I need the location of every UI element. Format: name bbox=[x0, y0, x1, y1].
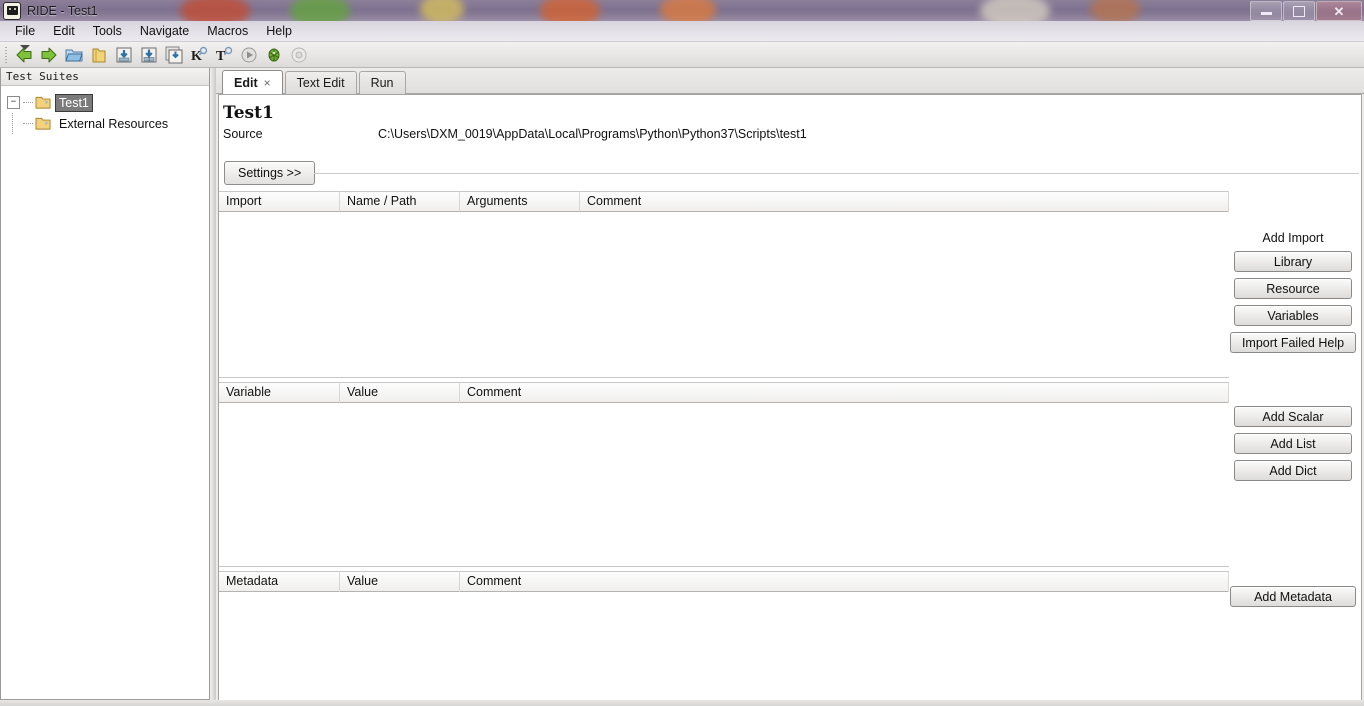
toolbar-grip[interactable] bbox=[2, 44, 30, 65]
debug-icon[interactable] bbox=[261, 44, 286, 66]
toolbar-empty-area bbox=[311, 42, 1364, 68]
add-variables-button[interactable]: Variables bbox=[1234, 305, 1352, 326]
suite-folder-icon bbox=[35, 96, 51, 109]
tree-connector bbox=[23, 122, 33, 125]
import-failed-help-button[interactable]: Import Failed Help bbox=[1230, 332, 1356, 353]
test-suites-tree: − Test1 External Resources bbox=[1, 86, 209, 134]
column-header-comment[interactable]: Comment bbox=[460, 571, 1229, 592]
tab-strip: Edit × Text Edit Run bbox=[216, 68, 1364, 95]
window-bottom-edge bbox=[0, 700, 1364, 706]
run-icon[interactable] bbox=[236, 44, 261, 66]
add-scalar-button[interactable]: Add Scalar bbox=[1234, 406, 1352, 427]
column-header-value[interactable]: Value bbox=[340, 571, 460, 592]
source-label: Source bbox=[223, 127, 263, 141]
tree-node-label[interactable]: External Resources bbox=[56, 116, 171, 132]
variable-grid-header: Variable Value Comment bbox=[219, 382, 1229, 403]
suite-editor: Test1 Source C:\Users\DXM_0019\AppData\L… bbox=[218, 94, 1362, 704]
add-variable-panel: Add Scalar Add List Add Dict bbox=[1227, 406, 1359, 487]
close-icon[interactable]: ✕ bbox=[1316, 1, 1362, 21]
tree-expander-icon[interactable]: − bbox=[7, 96, 20, 109]
tab-run[interactable]: Run bbox=[358, 71, 406, 94]
column-header-value[interactable]: Value bbox=[340, 382, 460, 403]
add-metadata-panel: Add Metadata bbox=[1227, 586, 1359, 613]
window-title: RIDE - Test1 bbox=[27, 3, 98, 18]
minimize-icon[interactable] bbox=[1250, 1, 1282, 21]
add-import-label: Add Import bbox=[1262, 231, 1324, 245]
open-folder-icon[interactable] bbox=[86, 44, 111, 66]
source-row: Source C:\Users\DXM_0019\AppData\Local\P… bbox=[219, 123, 1361, 141]
menu-item-tools[interactable]: Tools bbox=[84, 22, 131, 40]
menu-item-file[interactable]: File bbox=[6, 22, 44, 40]
open-file-icon[interactable] bbox=[61, 44, 86, 66]
column-header-comment[interactable]: Comment bbox=[460, 382, 1229, 403]
menu-item-edit[interactable]: Edit bbox=[44, 22, 84, 40]
save-all-icon[interactable] bbox=[161, 44, 186, 66]
forward-icon[interactable] bbox=[36, 44, 61, 66]
tree-connector bbox=[23, 101, 33, 104]
add-metadata-button[interactable]: Add Metadata bbox=[1230, 586, 1356, 607]
column-header-arguments[interactable]: Arguments bbox=[460, 191, 580, 212]
column-header-metadata[interactable]: Metadata bbox=[219, 571, 340, 592]
toolbar: 1 K T bbox=[0, 42, 1364, 68]
tab-strip-filler bbox=[408, 92, 1364, 93]
stop-icon[interactable] bbox=[286, 44, 311, 66]
variable-grid: Variable Value Comment bbox=[219, 382, 1229, 567]
metadata-grid-header: Metadata Value Comment bbox=[219, 571, 1229, 592]
column-header-variable[interactable]: Variable bbox=[219, 382, 340, 403]
add-dict-button[interactable]: Add Dict bbox=[1234, 460, 1352, 481]
import-grid-body[interactable] bbox=[219, 212, 1229, 378]
column-header-comment[interactable]: Comment bbox=[580, 191, 1229, 212]
variable-grid-body[interactable] bbox=[219, 403, 1229, 567]
settings-toggle-button[interactable]: Settings >> bbox=[224, 161, 316, 185]
page-title: Test1 bbox=[223, 103, 274, 123]
menu-item-navigate[interactable]: Navigate bbox=[131, 22, 198, 40]
settings-divider bbox=[314, 173, 1359, 174]
add-resource-button[interactable]: Resource bbox=[1234, 278, 1352, 299]
resource-folder-icon bbox=[35, 117, 51, 130]
search-keyword-icon[interactable]: K bbox=[186, 44, 211, 66]
save-as-icon[interactable]: 1 bbox=[136, 44, 161, 66]
column-header-name-path[interactable]: Name / Path bbox=[340, 191, 460, 212]
metadata-grid: Metadata Value Comment bbox=[219, 571, 1229, 703]
ride-application-window: RIDE - Test1 ✕ File Edit Tools Navigate … bbox=[0, 0, 1364, 706]
menu-item-macros[interactable]: Macros bbox=[198, 22, 257, 40]
tab-label: Text Edit bbox=[296, 76, 345, 90]
test-suites-pane: Test Suites − Test1 External Resources bbox=[0, 68, 210, 700]
tree-node-test1[interactable]: − Test1 bbox=[7, 92, 209, 113]
add-import-panel: Add Import Library Resource Variables Im… bbox=[1227, 231, 1359, 359]
menu-item-help[interactable]: Help bbox=[257, 22, 301, 40]
tree-header: Test Suites bbox=[1, 68, 209, 86]
tab-label: Edit bbox=[234, 76, 258, 90]
tab-close-icon[interactable]: × bbox=[264, 76, 271, 90]
source-path: C:\Users\DXM_0019\AppData\Local\Programs… bbox=[378, 127, 807, 141]
add-list-button[interactable]: Add List bbox=[1234, 433, 1352, 454]
robot-icon bbox=[3, 1, 21, 20]
back-icon[interactable] bbox=[11, 44, 36, 66]
settings-row: Settings >> bbox=[219, 161, 1361, 187]
tab-edit[interactable]: Edit × bbox=[222, 70, 283, 95]
tab-label: Run bbox=[370, 76, 394, 90]
editor-pane: Edit × Text Edit Run Test1 Source C:\Use… bbox=[216, 68, 1364, 706]
metadata-grid-body[interactable] bbox=[219, 592, 1229, 703]
title-bar: RIDE - Test1 ✕ bbox=[0, 0, 1364, 22]
maximize-icon[interactable] bbox=[1283, 1, 1315, 21]
window-controls: ✕ bbox=[1250, 1, 1362, 21]
tab-text-edit[interactable]: Text Edit bbox=[284, 71, 357, 94]
import-grid-header: Import Name / Path Arguments Comment bbox=[219, 191, 1229, 212]
tree-node-label[interactable]: Test1 bbox=[55, 93, 93, 112]
add-library-button[interactable]: Library bbox=[1234, 251, 1352, 272]
import-grid: Import Name / Path Arguments Comment bbox=[219, 191, 1229, 378]
menu-bar: File Edit Tools Navigate Macros Help bbox=[0, 21, 1364, 42]
column-header-import[interactable]: Import bbox=[219, 191, 340, 212]
search-tests-icon[interactable]: T bbox=[211, 44, 236, 66]
svg-text:T: T bbox=[216, 49, 226, 64]
tree-node-external-resources[interactable]: External Resources bbox=[7, 113, 209, 134]
save-icon[interactable] bbox=[111, 44, 136, 66]
